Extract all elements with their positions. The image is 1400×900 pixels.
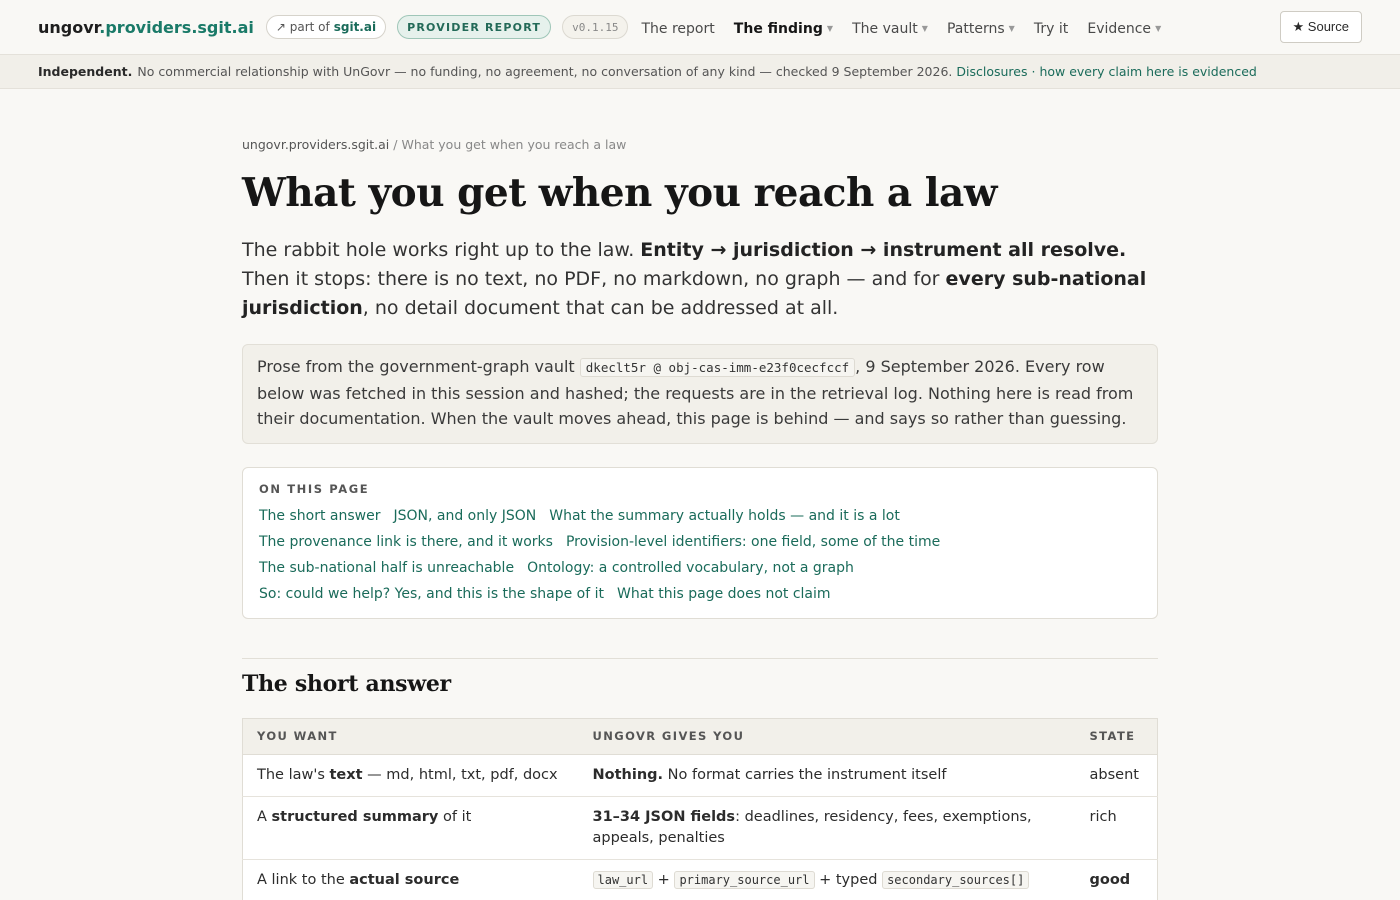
nav-try-it[interactable]: Try it (1034, 21, 1068, 37)
nav-label: Try it (1033, 20, 1069, 37)
source-button[interactable]: ★ Source (1279, 11, 1362, 43)
lede-paragraph: The rabbit hole works right up to the la… (242, 236, 1158, 323)
nav-label: The finding (733, 20, 823, 37)
cell-want: A link to the actual source (242, 859, 579, 900)
nav-label: The report (641, 20, 715, 37)
toc-link[interactable]: JSON, and only JSON (393, 507, 536, 525)
field-code: secondary_sources[] (882, 870, 1030, 889)
toc-row: The short answer JSON, and only JSON Wha… (259, 507, 1141, 525)
cell-state: rich (1075, 796, 1158, 860)
cell-bold: 31–34 JSON fields (592, 808, 736, 825)
cell-state: absent (1075, 754, 1158, 797)
cell-want: The law's text — md, html, txt, pdf, doc… (242, 754, 579, 797)
table-row: A structured summary of it 31–34 JSON fi… (242, 796, 1158, 860)
note-text: Prose from the government-graph vault (257, 357, 580, 376)
evidence-method-link[interactable]: how every claim here is evidenced (1039, 64, 1256, 79)
main-content: ungovr.providers.sgit.ai / What you get … (242, 89, 1158, 900)
lede-text: , no detail document that can be address… (362, 297, 839, 319)
table-row: The law's text — md, html, txt, pdf, doc… (242, 754, 1158, 797)
table-header-row: YOU WANT UNGOVR GIVES YOU STATE (242, 718, 1158, 755)
independence-strip: Independent. No commercial relationship … (0, 55, 1400, 89)
chevron-down-icon: ▼ (826, 24, 833, 33)
cell-gives: Nothing. No format carries the instrumen… (578, 754, 1076, 797)
table-of-contents: ON THIS PAGE The short answer JSON, and … (242, 466, 1158, 619)
nav-label: Patterns (946, 20, 1005, 37)
part-of-link[interactable]: ↗ part of sgit.ai (265, 15, 387, 39)
lede-bold: Entity → jurisdiction → instrument all r… (640, 239, 1127, 261)
short-answer-table: YOU WANT UNGOVR GIVES YOU STATE The law'… (242, 717, 1158, 900)
toc-row: So: could we help? Yes, and this is the … (259, 585, 1141, 603)
cell-text: A (257, 808, 272, 825)
cell-text: + (653, 871, 675, 888)
cell-gives: law_url + primary_source_url + typed sec… (578, 859, 1076, 900)
nav-label: Evidence (1087, 20, 1152, 37)
column-header: STATE (1075, 718, 1158, 755)
cell-want: A structured summary of it (242, 796, 579, 860)
toc-link[interactable]: So: could we help? Yes, and this is the … (259, 585, 604, 603)
cell-state: good (1075, 859, 1158, 900)
vault-note: Prose from the government-graph vault dk… (242, 344, 1158, 444)
brand-main: ungovr (38, 17, 100, 37)
cell-text: The law's (257, 766, 330, 783)
toc-link[interactable]: Ontology: a controlled vocabulary, not a… (527, 559, 854, 577)
toc-row: The provenance link is there, and it wor… (259, 533, 1141, 551)
cell-bold: text (329, 766, 363, 783)
chevron-down-icon: ▼ (921, 24, 928, 33)
nav-the-report[interactable]: The report (641, 21, 714, 37)
cell-bold: actual source (349, 871, 460, 888)
toc-link[interactable]: The provenance link is there, and it wor… (259, 533, 553, 551)
cell-gives: 31–34 JSON fields: deadlines, residency,… (578, 796, 1076, 860)
field-code: primary_source_url (674, 870, 815, 889)
lede-text: Then it stops: there is no text, no PDF,… (242, 268, 946, 290)
toc-row: The sub-national half is unreachable Ont… (259, 559, 1141, 577)
strip-separator: · (1031, 64, 1036, 79)
toc-link[interactable]: What the summary actually holds — and it… (549, 507, 900, 525)
provider-report-badge: PROVIDER REPORT (397, 15, 552, 39)
breadcrumb-current: What you get when you reach a law (401, 137, 627, 152)
field-code: law_url (592, 870, 654, 889)
cell-bold: Nothing. (592, 766, 664, 783)
chevron-down-icon: ▼ (1008, 24, 1015, 33)
toc-link[interactable]: Provision-level identifiers: one field, … (566, 533, 940, 551)
disclosures-link[interactable]: Disclosures (956, 64, 1027, 79)
brand-accent: .providers.sgit.ai (99, 17, 254, 37)
strip-lead: Independent. (38, 64, 133, 79)
page-title: What you get when you reach a law (242, 170, 997, 216)
cell-text: A link to the (257, 871, 350, 888)
cell-bold: good (1089, 871, 1131, 888)
breadcrumb-root[interactable]: ungovr.providers.sgit.ai (242, 137, 389, 152)
toc-link[interactable]: The short answer (259, 507, 380, 525)
main-nav: The report The finding ▼ The vault ▼ Patte… (641, 18, 1175, 37)
cell-text: — md, html, txt, pdf, docx (362, 766, 558, 783)
vault-ref-code: dkeclt5r @ obj-cas-imm-e23f0cecfccf (579, 358, 856, 377)
top-nav-bar: ungovr.providers.sgit.ai ↗ part of sgit.a… (0, 0, 1400, 55)
strip-text: No commercial relationship with UnGovr —… (137, 64, 953, 79)
brand-logo[interactable]: ungovr.providers.sgit.ai (38, 18, 254, 37)
chevron-down-icon: ▼ (1155, 24, 1162, 33)
breadcrumb-separator: / (389, 137, 402, 152)
cell-text: No format carries the instrument itself (663, 766, 947, 783)
nav-the-finding[interactable]: The finding ▼ (734, 21, 833, 37)
nav-patterns[interactable]: Patterns ▼ (947, 21, 1015, 37)
section-heading-short-answer: The short answer (242, 670, 451, 697)
toc-link[interactable]: The sub-national half is unreachable (259, 559, 514, 577)
part-of-prefix: ↗ part of (275, 20, 330, 34)
cell-text: + typed (814, 871, 883, 888)
nav-the-vault[interactable]: The vault ▼ (852, 21, 928, 37)
nav-label: The vault (852, 20, 918, 37)
table-row: A link to the actual source law_url + pr… (242, 859, 1158, 900)
nav-evidence[interactable]: Evidence ▼ (1087, 21, 1161, 37)
column-header: YOU WANT (242, 718, 579, 755)
cell-bold: structured summary (271, 808, 439, 825)
part-of-site: sgit.ai (333, 20, 377, 34)
version-badge: v0.1.15 (562, 15, 629, 39)
breadcrumb: ungovr.providers.sgit.ai / What you get … (242, 137, 1158, 152)
cell-text: of it (438, 808, 472, 825)
section-divider (242, 657, 1158, 659)
lede-text: The rabbit hole works right up to the la… (242, 239, 641, 261)
column-header: UNGOVR GIVES YOU (578, 718, 1076, 755)
toc-link[interactable]: What this page does not claim (617, 585, 831, 603)
toc-heading: ON THIS PAGE (259, 481, 370, 496)
